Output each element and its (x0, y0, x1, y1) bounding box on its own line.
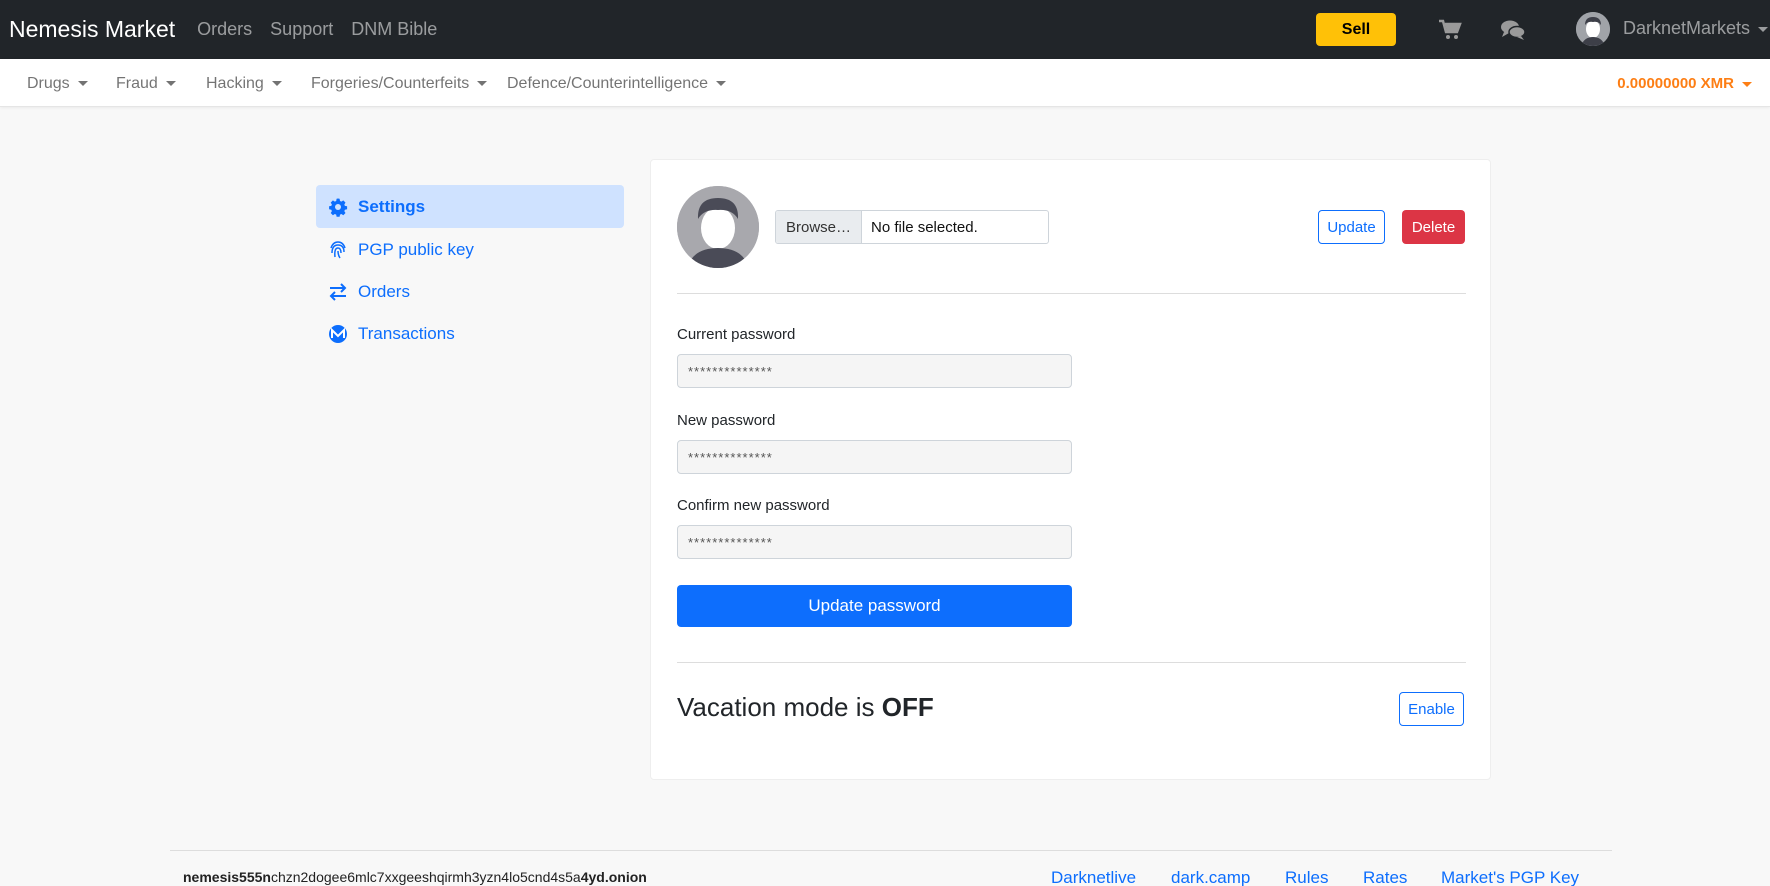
profile-avatar (677, 186, 759, 268)
onion-address: nemesis555nchzn2dogee6mlc7xxgeeshqirmh3y… (183, 869, 647, 885)
chevron-down-icon (271, 81, 282, 87)
settings-card: Browse… No file selected. Update Delete … (650, 159, 1491, 780)
update-password-button[interactable]: Update password (677, 585, 1072, 627)
footer-link-dark-camp[interactable]: dark.camp (1171, 868, 1250, 886)
vacation-mode-text: Vacation mode is (677, 692, 882, 722)
sidebar-item-label: Orders (358, 281, 410, 301)
user-avatar[interactable] (1576, 12, 1610, 46)
user-menu[interactable]: DarknetMarkets (1623, 18, 1769, 39)
vacation-mode-status: Vacation mode is OFF (677, 692, 934, 723)
category-fraud[interactable]: Fraud (116, 75, 176, 93)
footer-link-rules[interactable]: Rules (1285, 868, 1328, 886)
category-hacking[interactable]: Hacking (206, 75, 282, 93)
sidebar-item-pgp-key[interactable]: PGP public key (316, 228, 624, 271)
nav-dnm-bible-link[interactable]: DNM Bible (351, 19, 437, 40)
exchange-arrows-icon (329, 282, 347, 301)
sidebar-item-orders[interactable]: Orders (316, 270, 624, 313)
chevron-down-icon (1758, 26, 1769, 32)
nav-support-link[interactable]: Support (270, 19, 333, 40)
confirm-password-input[interactable]: ************** (677, 525, 1072, 559)
sell-button[interactable]: Sell (1316, 13, 1396, 46)
new-password-input[interactable]: ************** (677, 440, 1072, 474)
footer-link-darknetlive[interactable]: Darknetlive (1051, 868, 1136, 886)
footer-divider (170, 850, 1612, 851)
confirm-password-label: Confirm new password (677, 497, 830, 514)
chevron-down-icon (165, 81, 176, 87)
footer-link-rates[interactable]: Rates (1363, 868, 1407, 886)
update-avatar-button[interactable]: Update (1318, 210, 1385, 244)
delete-avatar-button[interactable]: Delete (1402, 210, 1465, 244)
category-drugs[interactable]: Drugs (27, 75, 88, 93)
chevron-down-icon (716, 81, 727, 87)
messages-icon[interactable] (1500, 19, 1526, 41)
sidebar-item-label: Settings (358, 196, 426, 216)
sidebar-item-label: Transactions (358, 323, 455, 343)
sidebar-item-transactions[interactable]: Transactions (316, 312, 624, 355)
file-status-text: No file selected. (871, 218, 978, 236)
divider (677, 662, 1466, 663)
gear-icon (329, 198, 348, 217)
cart-icon[interactable] (1438, 19, 1462, 41)
sidebar-item-label: PGP public key (358, 239, 474, 259)
avatar-file-input[interactable]: Browse… No file selected. (775, 210, 1049, 244)
enable-vacation-button[interactable]: Enable (1399, 692, 1464, 726)
category-forgeries[interactable]: Forgeries/Counterfeits (311, 75, 488, 93)
browse-button[interactable]: Browse… (776, 211, 863, 243)
chevron-down-icon (1742, 81, 1752, 87)
nav-orders-link[interactable]: Orders (197, 19, 252, 40)
current-password-label: Current password (677, 326, 796, 343)
category-defence[interactable]: Defence/Counterintelligence (507, 75, 727, 93)
balance-dropdown[interactable]: 0.00000000 XMR (1617, 75, 1752, 92)
monero-icon (329, 324, 347, 343)
current-password-input[interactable]: ************** (677, 354, 1072, 388)
top-navbar: Nemesis Market Orders Support DNM Bible … (0, 0, 1770, 59)
chevron-down-icon (77, 81, 88, 87)
fingerprint-icon (330, 240, 346, 258)
footer-link-pgp-key[interactable]: Market's PGP Key (1441, 868, 1579, 886)
brand-logo[interactable]: Nemesis Market (9, 16, 175, 43)
sidebar-item-settings[interactable]: Settings (316, 185, 624, 228)
new-password-label: New password (677, 412, 776, 429)
category-bar: Drugs Fraud Hacking Forgeries/Counterfei… (0, 59, 1770, 107)
chevron-down-icon (477, 81, 488, 87)
divider (677, 293, 1466, 294)
vacation-mode-state: OFF (881, 692, 934, 722)
